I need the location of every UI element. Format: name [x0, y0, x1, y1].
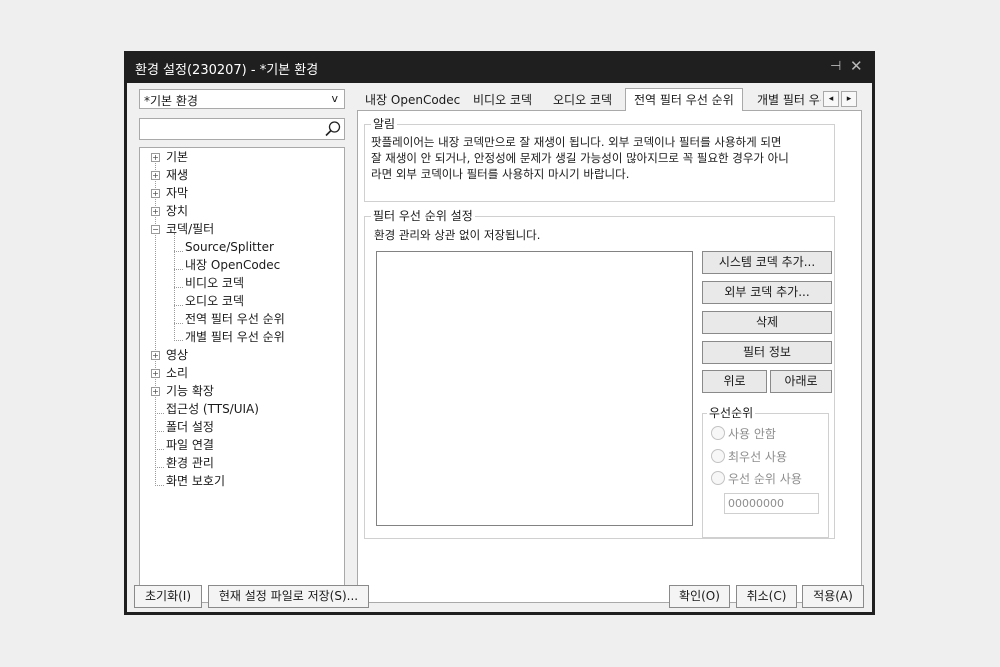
tree-item-screensaver[interactable]: 화면 보호기 — [166, 472, 225, 490]
tree-expand-icon[interactable]: + — [151, 171, 160, 180]
tree-item-source-splitter[interactable]: Source/Splitter — [185, 238, 274, 256]
settings-window: 환경 설정(230207) - *기본 환경 ⊣ ✕ *기본 환경 v + + … — [124, 51, 875, 615]
radio-label: 사용 안함 — [728, 427, 776, 441]
cancel-button[interactable]: 취소(C) — [736, 585, 797, 608]
priority-group: 우선순위 사용 안함 최우선 사용 우선 순위 사용 00000000 — [702, 406, 829, 538]
radio-circle-icon — [711, 449, 725, 463]
tree-connector — [174, 251, 183, 252]
tab-scroll-left-icon[interactable]: ◂ — [823, 91, 839, 107]
tree-item-profile-management[interactable]: 환경 관리 — [166, 454, 214, 472]
radio-use-priority[interactable]: 우선 순위 사용 — [711, 471, 802, 487]
ok-button[interactable]: 확인(O) — [669, 585, 730, 608]
tree-expand-icon[interactable]: + — [151, 369, 160, 378]
tree-item-video-codec[interactable]: 비디오 코덱 — [185, 274, 244, 292]
tab-builtin-opencodec[interactable]: 내장 OpenCodec — [365, 90, 460, 110]
filter-priority-title: 필터 우선 순위 설정 — [371, 209, 475, 223]
tree-connector — [174, 323, 183, 324]
tab-audio-codec[interactable]: 오디오 코덱 — [553, 90, 612, 110]
tree-item-basic[interactable]: 기본 — [166, 148, 188, 166]
tree-item-subtitles[interactable]: 자막 — [166, 184, 188, 202]
settings-tree[interactable]: + + + + − + + + 기본 재생 자막 장치 코덱/필터 Source… — [139, 147, 345, 603]
filter-priority-group: 필터 우선 순위 설정 환경 관리와 상관 없이 저장됩니다. 시스템 코덱 추… — [364, 209, 835, 539]
tree-item-file-association[interactable]: 파일 연결 — [166, 436, 214, 454]
priority-title: 우선순위 — [707, 406, 756, 420]
tree-item-extensions[interactable]: 기능 확장 — [166, 382, 214, 400]
tree-connector — [174, 287, 183, 288]
tree-item-builtin-opencodec[interactable]: 내장 OpenCodec — [185, 256, 280, 274]
reset-button[interactable]: 초기화(I) — [134, 585, 202, 608]
save-settings-file-button[interactable]: 현재 설정 파일로 저장(S)... — [208, 585, 369, 608]
notice-title: 알림 — [371, 117, 398, 131]
tree-item-video[interactable]: 영상 — [166, 346, 188, 364]
tree-connector — [174, 269, 183, 270]
tree-connector — [155, 431, 164, 432]
tree-item-accessibility[interactable]: 접근성 (TTS/UIA) — [166, 400, 259, 418]
radio-top-priority[interactable]: 최우선 사용 — [711, 449, 787, 465]
move-up-button[interactable]: 위로 — [702, 370, 767, 393]
window-title: 환경 설정(230207) - *기본 환경 — [135, 63, 319, 78]
tree-connector — [174, 340, 183, 341]
tree-connector — [155, 413, 164, 414]
radio-circle-icon — [711, 471, 725, 485]
tab-video-codec[interactable]: 비디오 코덱 — [473, 90, 532, 110]
priority-value-field[interactable]: 00000000 — [724, 493, 819, 514]
tab-scroll-right-icon[interactable]: ▸ — [841, 91, 857, 107]
apply-button[interactable]: 적용(A) — [802, 585, 864, 608]
filter-priority-subtitle: 환경 관리와 상관 없이 저장됩니다. — [374, 228, 541, 242]
filter-info-button[interactable]: 필터 정보 — [702, 341, 832, 364]
tree-connector — [155, 449, 164, 450]
tree-item-codec-filter[interactable]: 코덱/필터 — [166, 220, 214, 238]
tree-item-playback[interactable]: 재생 — [166, 166, 188, 184]
tree-item-devices[interactable]: 장치 — [166, 202, 188, 220]
title-bar[interactable]: 환경 설정(230207) - *기본 환경 ⊣ ✕ — [124, 51, 875, 83]
search-input[interactable] — [139, 118, 345, 140]
notice-text: 팟플레이어는 내장 코덱만으로 잘 재생이 됩니다. 외부 코덱이나 필터를 사… — [371, 134, 841, 182]
profile-selected: *기본 환경 — [144, 94, 198, 108]
tab-individual-filter-priority[interactable]: 개별 필터 우선 순위 — [757, 90, 821, 110]
tree-item-individual-filter-priority[interactable]: 개별 필터 우선 순위 — [185, 328, 285, 346]
tree-expand-icon[interactable]: + — [151, 207, 160, 216]
tree-item-global-filter-priority[interactable]: 전역 필터 우선 순위 — [185, 310, 285, 328]
tree-connector — [155, 156, 156, 486]
move-down-button[interactable]: 아래로 — [770, 370, 832, 393]
radio-not-used[interactable]: 사용 안함 — [711, 426, 776, 442]
notice-line: 라면 외부 코덱이나 필터를 사용하지 마시기 바랍니다. — [371, 167, 630, 181]
tree-expand-icon[interactable]: + — [151, 387, 160, 396]
search-icon[interactable] — [324, 120, 342, 138]
filter-list[interactable] — [376, 251, 693, 526]
tab-page-global-filter-priority: 알림 팟플레이어는 내장 코덱만으로 잘 재생이 됩니다. 외부 코덱이나 필터… — [357, 110, 862, 603]
tree-expand-icon[interactable]: + — [151, 189, 160, 198]
profile-dropdown[interactable]: *기본 환경 v — [139, 89, 345, 109]
dialog-client: *기본 환경 v + + + + − + + + 기본 재생 자막 장치 코덱/… — [127, 83, 872, 612]
tree-collapse-icon[interactable]: − — [151, 225, 160, 234]
tree-connector — [155, 485, 164, 486]
tree-connector — [155, 467, 164, 468]
delete-button[interactable]: 삭제 — [702, 311, 832, 334]
tree-expand-icon[interactable]: + — [151, 153, 160, 162]
notice-line: 팟플레이어는 내장 코덱만으로 잘 재생이 됩니다. 외부 코덱이나 필터를 사… — [371, 135, 782, 149]
radio-circle-icon — [711, 426, 725, 440]
tree-item-audio-codec[interactable]: 오디오 코덱 — [185, 292, 244, 310]
close-icon[interactable]: ✕ — [850, 57, 863, 75]
notice-group: 알림 팟플레이어는 내장 코덱만으로 잘 재생이 됩니다. 외부 코덱이나 필터… — [364, 117, 835, 202]
notice-line: 잘 재생이 안 되거나, 안정성에 문제가 생길 가능성이 많아지므로 꼭 필요… — [371, 151, 789, 165]
tree-item-sound[interactable]: 소리 — [166, 364, 188, 382]
pin-icon[interactable]: ⊣ — [830, 59, 841, 74]
tree-connector — [174, 305, 183, 306]
radio-label: 최우선 사용 — [728, 450, 788, 464]
tab-global-filter-priority[interactable]: 전역 필터 우선 순위 — [625, 88, 743, 111]
add-external-codec-button[interactable]: 외부 코덱 추가... — [702, 281, 832, 304]
tree-item-folder-settings[interactable]: 폴더 설정 — [166, 418, 214, 436]
chevron-down-icon: v — [331, 92, 338, 105]
radio-label: 우선 순위 사용 — [728, 472, 802, 486]
add-system-codec-button[interactable]: 시스템 코덱 추가... — [702, 251, 832, 274]
tree-expand-icon[interactable]: + — [151, 351, 160, 360]
